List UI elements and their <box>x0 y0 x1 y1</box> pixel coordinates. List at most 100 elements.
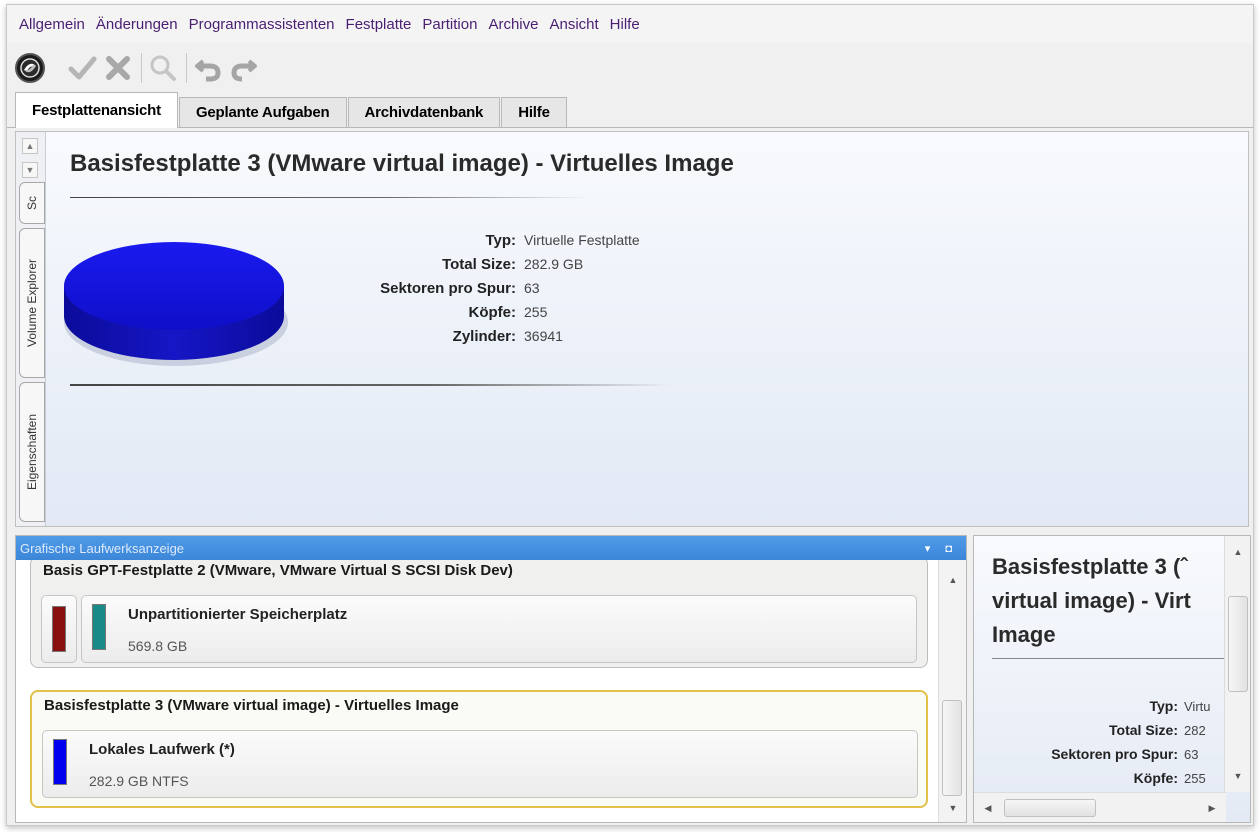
disk-marker-card[interactable] <box>41 595 77 663</box>
scroll-down-icon[interactable]: ▼ <box>945 800 961 816</box>
side-panel-divider <box>992 658 1224 659</box>
menu-allgemein[interactable]: Allgemein <box>19 16 85 33</box>
scroll-right-icon[interactable]: ▶ <box>1204 800 1220 816</box>
disk-image-icon <box>64 242 288 366</box>
application-window: Allgemein Änderungen Programmassistenten… <box>6 4 1254 826</box>
scrollbar-thumb[interactable] <box>1228 596 1248 692</box>
property-row: Typ: Virtu <box>974 694 1224 718</box>
property-label: Zylinder: <box>452 327 516 345</box>
disk-view-panel: ▲ ▼ Sc Volume Explorer Eigenschaften Bas… <box>15 131 1249 527</box>
property-row: Köpfe: 255 <box>266 300 640 324</box>
property-value: 282.9 GB <box>524 256 584 272</box>
drive-list: Basis GPT-Festplatte 2 (VMware, VMware V… <box>16 560 938 822</box>
side-tab-strip: ▲ ▼ Sc Volume Explorer Eigenschaften <box>16 132 46 526</box>
menu-partition[interactable]: Partition <box>422 16 477 33</box>
property-label: Sektoren pro Spur: <box>380 279 516 297</box>
disk-properties: Typ: Virtuelle Festplatte Total Size: 28… <box>266 228 640 348</box>
property-row: Sektoren pro Spur: 63 <box>266 276 640 300</box>
side-tab-eigenschaften[interactable]: Eigenschaften <box>19 382 45 522</box>
property-value: 255 <box>524 304 548 320</box>
toolbar <box>7 43 1253 93</box>
disk-marker-swatch <box>52 606 66 652</box>
tab-festplattenansicht[interactable]: Festplattenansicht <box>15 92 178 128</box>
scrollbar-thumb[interactable] <box>1004 799 1096 817</box>
properties-divider <box>70 384 670 386</box>
menu-aenderungen[interactable]: Änderungen <box>96 16 178 33</box>
disk-group-title: Basis GPT-Festplatte 2 (VMware, VMware V… <box>43 562 513 579</box>
menu-ansicht[interactable]: Ansicht <box>549 16 598 33</box>
property-value: Virtu <box>1184 698 1211 714</box>
menu-bar: Allgemein Änderungen Programmassistenten… <box>7 5 1253 43</box>
scrollbar-thumb[interactable] <box>942 700 962 796</box>
side-tab-eigenschaften-label: Eigenschaften <box>25 413 39 491</box>
property-label: Typ: <box>1149 698 1178 714</box>
menu-festplatte[interactable]: Festplatte <box>346 16 412 33</box>
main-tabs: Festplattenansicht Geplante Aufgaben Arc… <box>15 92 568 128</box>
side-panel-vertical-scrollbar[interactable]: ▲ ▼ <box>1224 536 1250 792</box>
tab-strip-line <box>7 127 1253 128</box>
apply-checkmark-icon[interactable] <box>65 51 99 85</box>
drive-list-scrollbar[interactable]: ▲ ▼ <box>938 560 966 822</box>
menu-archive[interactable]: Archive <box>488 16 538 33</box>
side-panel-title-line: virtual image) - Virt <box>992 588 1191 613</box>
scroll-down-icon[interactable]: ▼ <box>22 162 38 178</box>
side-properties-panel: Basisfestplatte 3 (ˆ virtual image) - Vi… <box>973 535 1251 823</box>
menu-programmassistenten[interactable]: Programmassistenten <box>189 16 335 33</box>
partition-size: 282.9 GB NTFS <box>89 773 189 789</box>
redo-arrow-icon[interactable] <box>227 51 261 85</box>
scroll-up-icon[interactable]: ▲ <box>1230 544 1246 560</box>
property-row: Köpfe: 255 <box>974 766 1224 790</box>
graphical-drive-header-title: Grafische Laufwerksanzeige <box>20 540 185 556</box>
side-panel-properties: Typ: Virtu Total Size: 282 Sektoren pro … <box>974 694 1224 790</box>
disk-group-gpt-2[interactable]: Basis GPT-Festplatte 2 (VMware, VMware V… <box>30 560 928 668</box>
tab-hilfe[interactable]: Hilfe <box>501 97 567 127</box>
partition-color-swatch <box>92 604 106 650</box>
side-tab-sc-label: Sc <box>24 195 39 211</box>
toolbar-separator <box>141 53 142 83</box>
property-row: Zylinder: 36941 <box>266 324 640 348</box>
title-divider <box>70 197 590 198</box>
undo-arrow-icon[interactable] <box>191 51 225 85</box>
side-tab-volume-explorer[interactable]: Volume Explorer <box>19 228 45 378</box>
side-tab-sc[interactable]: Sc <box>19 182 45 224</box>
partition-size: 569.8 GB <box>128 638 188 654</box>
property-label: Total Size: <box>442 255 516 273</box>
side-panel-horizontal-scrollbar[interactable]: ◀ ▶ <box>974 792 1226 822</box>
scroll-left-icon[interactable]: ◀ <box>980 800 996 816</box>
toolbar-separator <box>186 53 187 83</box>
property-value: 63 <box>1184 746 1199 762</box>
partition-color-swatch <box>53 739 67 785</box>
panel-pin-icon[interactable]: ▾ ◘ <box>925 542 966 555</box>
property-row: Total Size: 282.9 GB <box>266 252 640 276</box>
property-value: 36941 <box>524 328 563 344</box>
side-tab-volume-explorer-label: Volume Explorer <box>25 258 40 348</box>
scroll-down-icon[interactable]: ▼ <box>1230 768 1246 784</box>
search-magnifier-icon[interactable] <box>146 51 180 85</box>
property-row: Typ: Virtuelle Festplatte <box>266 228 640 252</box>
graphical-drive-header: Grafische Laufwerksanzeige ▾ ◘ <box>16 536 966 560</box>
property-value: 63 <box>524 280 540 296</box>
tab-geplante-aufgaben[interactable]: Geplante Aufgaben <box>178 97 347 127</box>
partition-name: Unpartitionierter Speicherplatz <box>128 606 348 623</box>
property-row: Total Size: 282 <box>974 718 1224 742</box>
property-value: Virtuelle Festplatte <box>524 232 640 248</box>
partition-card-unpartitioned[interactable]: Unpartitionierter Speicherplatz 569.8 GB <box>81 595 917 663</box>
menu-hilfe[interactable]: Hilfe <box>610 16 640 33</box>
side-panel-title-line: Image <box>992 622 1056 647</box>
property-label: Total Size: <box>1109 722 1178 738</box>
graphical-drive-panel: Grafische Laufwerksanzeige ▾ ◘ Basis GPT… <box>15 535 967 823</box>
property-label: Köpfe: <box>1133 770 1178 786</box>
scroll-up-icon[interactable]: ▲ <box>945 572 961 588</box>
property-label: Sektoren pro Spur: <box>1051 746 1178 762</box>
property-label: Köpfe: <box>468 303 517 321</box>
property-value: 255 <box>1184 770 1206 786</box>
tab-archivdatenbank[interactable]: Archivdatenbank <box>347 97 501 127</box>
app-logo-icon[interactable] <box>15 53 45 83</box>
discard-x-icon[interactable] <box>101 51 135 85</box>
property-label: Typ: <box>485 231 516 249</box>
side-panel-title: Basisfestplatte 3 (ˆ virtual image) - Vi… <box>992 550 1232 652</box>
disk-group-basis-3[interactable]: Basisfestplatte 3 (VMware virtual image)… <box>30 690 928 808</box>
scroll-up-icon[interactable]: ▲ <box>22 138 38 154</box>
side-panel-title-line: Basisfestplatte 3 (ˆ <box>992 554 1188 579</box>
partition-card-lokales-laufwerk[interactable]: Lokales Laufwerk (*) 282.9 GB NTFS <box>42 730 918 798</box>
